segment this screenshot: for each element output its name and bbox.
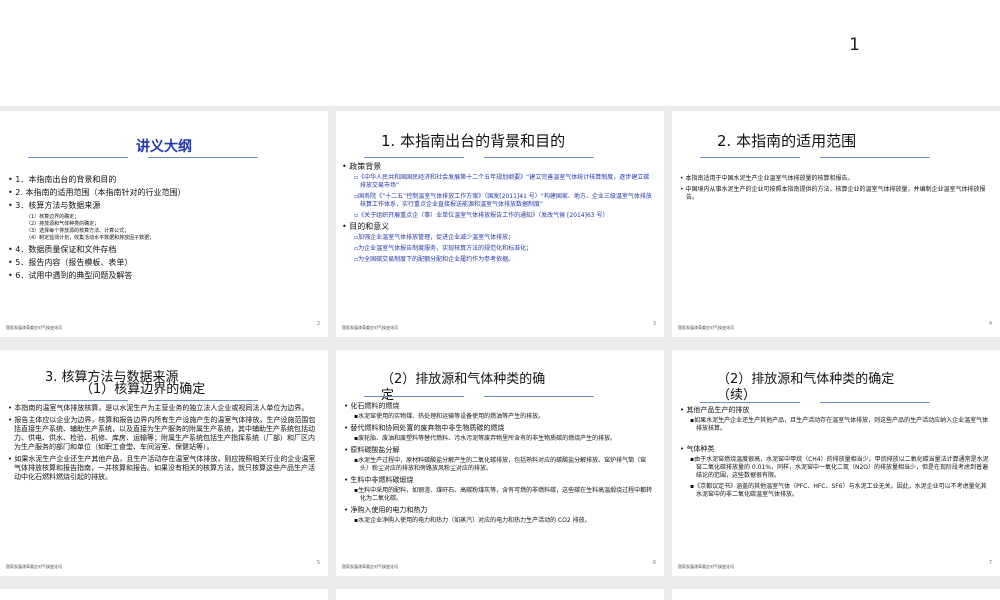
slide-next-1[interactable] (0, 589, 328, 600)
source-detail: ▪废轮胎、废油和废塑料等替代燃料、污水污泥等废弃物里所含有的非生物质碳的燃烧产生… (354, 435, 617, 442)
source-heading: • 替代燃料和协同处置的废弃物中非生物质碳的燃烧 (344, 424, 505, 432)
outline-subitem: （3）选择每个排放源的核算方法、计算公式； (26, 228, 130, 234)
title-rule-left (364, 396, 464, 397)
purpose-item: ▫为企业温室气体报告制度服务，实现核算方法的规范化和标准化； (354, 245, 533, 252)
slide-number: 5 (316, 560, 320, 566)
slide-boundary[interactable]: 3. 核算方法与数据来源 （1）核算边界的确定 • 本指南的温室气体排放核算，是… (0, 350, 328, 576)
outline-item: • 2. 本指南的适用范围（本指南针对的行业范围） (8, 188, 186, 197)
source-heading: • 生料中非燃料碳煅烧 (344, 476, 414, 484)
policy-item: ▫《关于组织开展重点企（事）业单位温室气体排放报告工作的通知》（发改气候 [20… (354, 212, 609, 219)
slide-emission-sources[interactable]: （2）排放源和气体种类的确定 • 化石燃料的燃烧 ▪水泥窑使用的实物煤、热处理和… (336, 350, 664, 576)
title-rule-left (700, 402, 800, 403)
slide-footer: 国家发展改革委应对气候变化司 (678, 325, 734, 330)
slide-footer: 国家发展改革委应对气候变化司 (342, 325, 398, 330)
title-rule-right (148, 400, 258, 401)
slide-body: • 政策背景 ▫《中华人民共和国国民经济和社会发展第十二个五年规划纲要》“建立完… (342, 163, 654, 267)
page-number: 1 (849, 35, 860, 55)
section-heading: • 政策背景 (342, 162, 382, 171)
slide-footer: 国家发展改革委应对气候变化司 (678, 564, 734, 569)
boundary-item: • 如果水泥生产企业还生产其他产品，且生产活动存在温室气体排放，则应按照相关行业… (8, 455, 316, 481)
source-detail: ▪生料中采用的配料，如钢渣、煤矸石、高碳粉煤灰等，含有可燃的非燃料碳，这些碳在生… (354, 487, 653, 502)
boundary-item: • 本指南的温室气体排放核算，是以水泥生产为主营业务的独立法人企业或视同法人单位… (8, 404, 309, 412)
slide-subtitle: （1）核算边界的确定 (80, 382, 206, 397)
slide-background[interactable]: 1. 本指南出台的背景和目的 • 政策背景 ▫《中华人民共和国国民经济和社会发展… (336, 111, 664, 337)
slide-next-2[interactable] (336, 589, 664, 600)
outline-item: • 3．核算方法与数据来源 (8, 201, 101, 210)
title-rule-right (820, 402, 930, 403)
top-page-band: 1 (0, 0, 1000, 106)
slide-next-3[interactable] (672, 589, 1000, 600)
source-heading: • 原料碳酸盐分解 (344, 446, 400, 454)
purpose-item: ▫加强企业温室气体排放管理，促进企业减少温室气体排放； (354, 234, 515, 241)
other-products-detail: ▪如果水泥生产企业还生产其他产品，且生产活动存在温室气体排放，则这些产品的生产活… (690, 417, 989, 432)
outline-subitem: （2）排放源和气体种类的确定； (26, 221, 100, 227)
slide-outline[interactable]: 讲义大纲 • 1．本指南出台的背景和目的 • 2. 本指南的适用范围（本指南针对… (0, 111, 328, 337)
purpose-item: ▫为全国碳交易制度下的配额分配和企业履约作为参考依据。 (354, 256, 515, 263)
slide-title: 2. 本指南的适用范围 (717, 132, 857, 150)
scope-item: • 中国境内从事水泥生产的企业可按照本指南提供的方法，核算企业的温室气体排放量，… (680, 186, 986, 201)
title-rule-right (484, 396, 594, 397)
slide-scope[interactable]: 2. 本指南的适用范围 • 本指南适用于中国水泥生产企业温室气体排放量的核算和报… (672, 111, 1000, 337)
slide-title: （2）排放源和气体种类的确定 (717, 372, 895, 387)
slide-number: 4 (988, 321, 992, 327)
source-detail: ▪水泥企业净购入使用的电力和热力（如蒸汽）对应的电力和热力生产活动的 CO2 排… (354, 517, 591, 524)
title-rule-right (484, 157, 594, 158)
gas-detail: ▪由于水泥窑燃烧温度很高，水泥窑中甲烷（CH4）的排放量相当少。甲烷排放以二氧化… (690, 456, 989, 479)
source-heading: • 净购入使用的电力和热力 (344, 506, 428, 514)
slide-title: 讲义大纲 (136, 139, 192, 155)
outline-item: • 5．报告内容（报告模板、表单） (8, 258, 133, 267)
outline-item: • 1．本指南出台的背景和目的 (8, 175, 117, 184)
source-detail: ▪水泥生产过程中，原材料碳酸盐分解产生的二氧化碳排放，包括熟料对应的碳酸盐分解排… (354, 457, 647, 472)
slide-footer: 国家发展改革委应对气候变化司 (6, 325, 62, 330)
policy-item: ▫《中华人民共和国国民经济和社会发展第十二个五年规划纲要》“建立完善温室气体统计… (354, 174, 650, 189)
slide-footer: 国家发展改革委应对气候变化司 (6, 564, 62, 569)
outline-subitem: （1）核算边界的确定； (26, 214, 80, 220)
outline-item: • 6．试用中遇到的典型问题及解答 (8, 271, 133, 280)
scope-item: • 本指南适用于中国水泥生产企业温室气体排放量的核算和报告。 (680, 175, 854, 182)
title-rule-left (364, 157, 464, 158)
slide-title: （2）排放源和气体种类的确定 (381, 372, 546, 403)
slide-gas-types[interactable]: （2）排放源和气体种类的确定 （续） • 其他产品生产的排放 ▪如果水泥生产企业… (672, 350, 1000, 576)
section-heading: • 目的和意义 (342, 222, 390, 231)
title-rule-left (28, 400, 128, 401)
source-detail: ▪水泥窑使用的实物煤、热处理和运输等设备使用的燃油等产生的排放。 (354, 413, 545, 420)
slide-number: 2 (316, 321, 320, 327)
slide-number: 6 (652, 560, 656, 566)
slide-body: • 1．本指南出台的背景和目的 • 2. 本指南的适用范围（本指南针对的行业范围… (6, 175, 318, 284)
title-rule-right (820, 157, 930, 158)
title-rule-right (148, 157, 258, 158)
boundary-item: • 报告主体应以企业为边界，核算和报告边界内所有生产设施产生的温室气体排放。生产… (8, 416, 316, 451)
slide-body: • 化石燃料的燃烧 ▪水泥窑使用的实物煤、热处理和运输等设备使用的燃油等产生的排… (342, 402, 654, 528)
outline-item: • 4．数据质量保证和文件存档 (8, 245, 117, 254)
title-rule-left (28, 157, 128, 158)
slide-title: 1. 本指南出台的背景和目的 (381, 132, 566, 150)
slide-body: • 本指南的温室气体排放核算，是以水泥生产为主营业务的独立法人企业或视同法人单位… (6, 404, 318, 485)
title-rule-left (700, 157, 800, 158)
slide-body: • 其他产品生产的排放 ▪如果水泥生产企业还生产其他产品，且生产活动存在温室气体… (678, 406, 990, 502)
outline-subitem: （4）制定监测计划，收集活动水平数据和排放因子数据； (26, 235, 155, 241)
other-products-heading: • 其他产品生产的排放 (680, 406, 750, 414)
slide-number: 7 (988, 560, 992, 566)
slide-body: • 本指南适用于中国水泥生产企业温室气体排放量的核算和报告。 • 中国境内从事水… (678, 175, 990, 205)
gas-detail: ▪《京都议定书》涵盖的其他温室气体（PFC、HFC、SF6）与水泥工业无关。因此… (690, 483, 987, 498)
source-heading: • 化石燃料的燃烧 (344, 402, 400, 410)
policy-item: ▫国务院《“十二五”控制温室气体排放工作方案》（国发[2011]41 号）“构建… (354, 193, 652, 208)
slide-number: 3 (652, 321, 656, 327)
gas-types-heading: • 气体种类 (680, 445, 715, 453)
slide-footer: 国家发展改革委应对气候变化司 (342, 564, 398, 569)
